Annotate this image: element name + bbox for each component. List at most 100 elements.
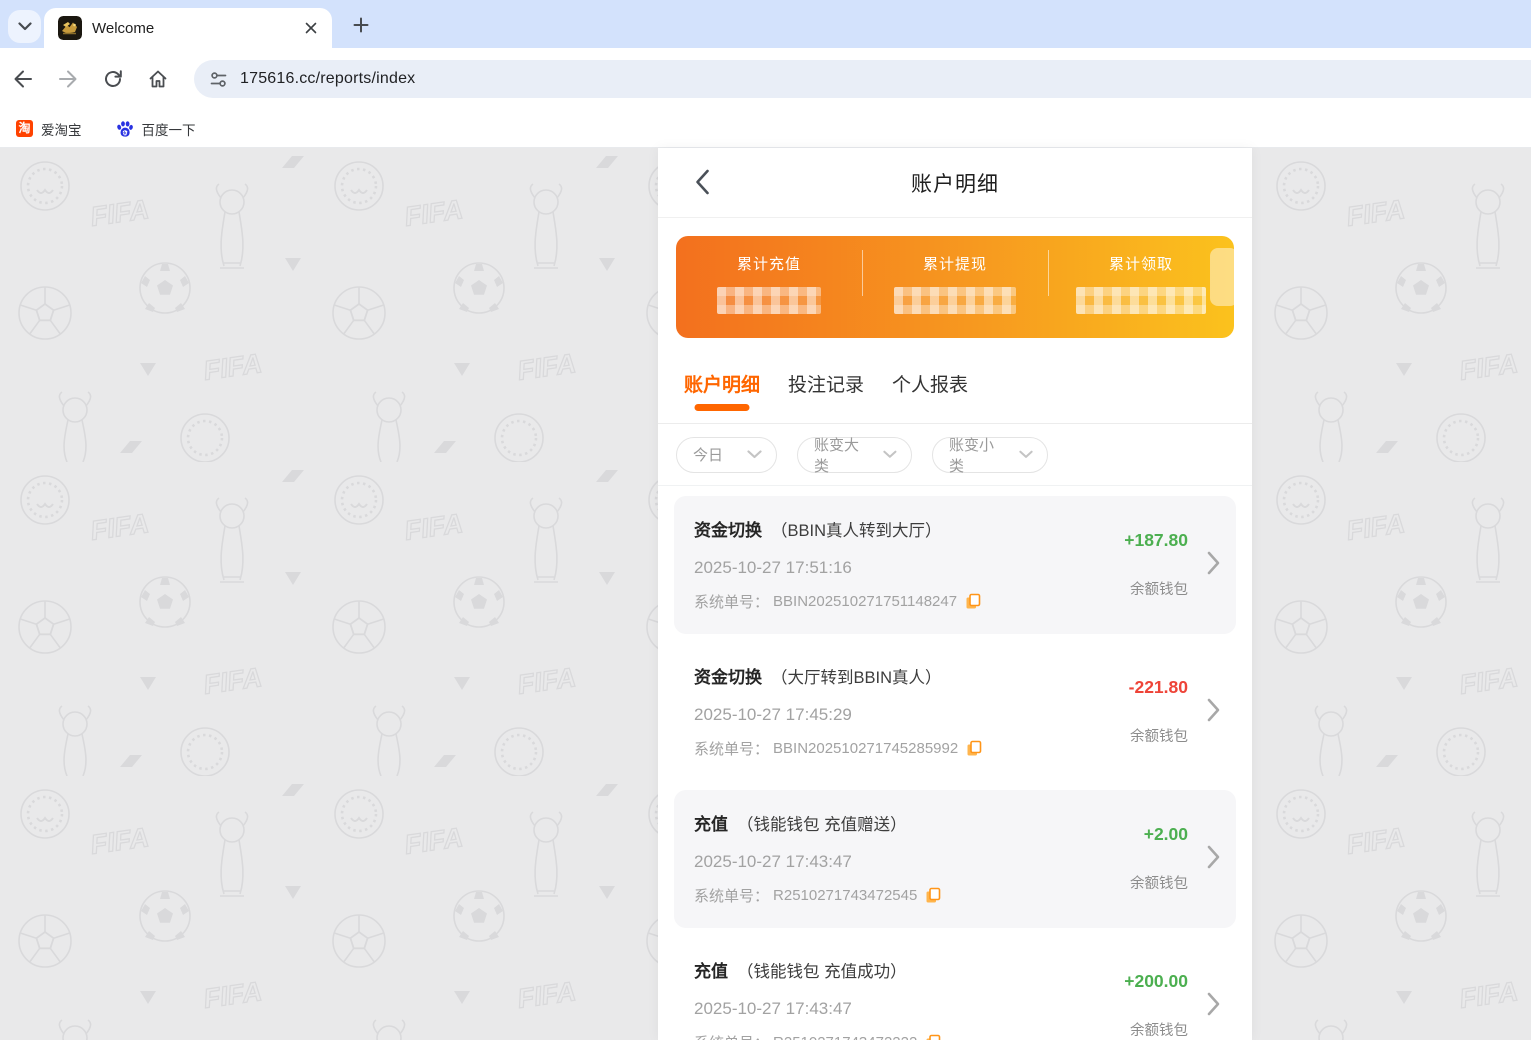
browser-chrome: Welcome 175616.cc/reports/index 淘 爱淘宝 du… [0,0,1531,148]
plus-icon [353,17,369,33]
transaction-wallet: 余额钱包 [1130,729,1188,745]
stat-label: 累计充值 [736,256,801,273]
tab-personal-report[interactable]: 个人报表 [892,370,968,415]
transaction-wallet: 余额钱包 [1130,1023,1188,1039]
chevron-down-icon [747,450,762,459]
bookmarks-bar: 淘 爱淘宝 du 百度一下 [0,110,1531,148]
tab-label: 个人报表 [892,375,969,396]
masked-value [717,287,821,314]
transaction-row[interactable]: 资金切换 （BBIN真人转到大厅） 2025-10-27 17:51:16 系统… [674,496,1236,634]
bookmark-baidu[interactable]: du 百度一下 [112,116,204,142]
bookmark-aitaobao[interactable]: 淘 爱淘宝 [12,116,90,142]
filter-label: 今日 [693,447,724,464]
copy-icon[interactable] [925,887,941,904]
account-detail-panel: 账户明细 累计充值 累计提现 累计领取 账户明细 投注记录 个人报表 今日 账变… [658,148,1252,1040]
stat-card-peek [1210,248,1238,306]
filter-category-minor-dropdown[interactable]: 账变小类 [932,436,1048,475]
back-button[interactable] [7,63,39,95]
order-number: BBIN202510271745285992 [773,740,959,757]
transaction-datetime: 2025-10-27 17:43:47 [694,999,852,1018]
back-button-site[interactable] [684,162,720,202]
order-number: BBIN202510271751148247 [773,593,958,610]
stats-card: 累计充值 累计提现 累计领取 [676,236,1234,338]
home-icon [149,70,167,88]
chevron-down-icon [883,450,897,458]
transaction-row[interactable]: 资金切换 （大厅转到BBIN真人） 2025-10-27 17:45:29 系统… [674,643,1236,781]
transaction-type: 资金切换 [694,521,762,540]
stat-label: 累计提现 [922,256,987,273]
copy-icon[interactable] [925,1034,941,1040]
tab-close-button[interactable] [302,19,320,37]
forward-button[interactable] [52,63,84,95]
home-button[interactable] [142,63,174,95]
transaction-wallet: 余额钱包 [1130,582,1188,598]
filter-label: 账变大类 [814,436,860,475]
transaction-desc: （大厅转到BBIN真人） [771,669,942,687]
url-address-bar[interactable]: 175616.cc/reports/index [194,60,1531,98]
order-label: 系统单号： [694,594,770,611]
tab-bar: 账户明细 投注记录 个人报表 [658,358,1252,424]
transaction-type: 资金切换 [694,668,762,687]
bookmark-label: 百度一下 [141,122,196,138]
stat-total-withdraw: 累计提现 [862,236,1048,338]
transaction-desc: （钱能钱包 充值成功） [737,963,907,981]
order-label: 系统单号： [694,888,770,905]
transaction-row[interactable]: 充值 （钱能钱包 充值赠送） 2025-10-27 17:43:47 系统单号：… [674,790,1236,928]
transaction-desc: （BBIN真人转到大厅） [771,522,942,540]
stats-section: 累计充值 累计提现 累计领取 [658,218,1252,338]
transaction-amount: +200.00 [1124,971,1188,991]
back-arrow-icon [14,70,32,88]
order-label: 系统单号： [694,741,770,758]
chevron-down-icon [17,22,32,31]
transaction-datetime: 2025-10-27 17:45:29 [694,705,852,724]
stat-total-claimed: 累计领取 [1048,236,1234,338]
bookmark-label: 爱淘宝 [41,122,82,138]
active-tab-underline [694,404,750,411]
close-icon [305,22,317,34]
transaction-row[interactable]: 充值 （钱能钱包 充值成功） 2025-10-27 17:43:47 系统单号：… [674,937,1236,1040]
baidu-paw-icon: du [116,120,133,137]
transaction-desc: （钱能钱包 充值赠送） [737,816,907,834]
tab-account-detail[interactable]: 账户明细 [684,370,760,415]
stat-total-deposit: 累计充值 [676,236,862,338]
tab-strip: Welcome [0,0,1531,48]
site-favicon [58,16,82,40]
forward-arrow-icon [59,70,77,88]
chevron-right-icon [1207,992,1220,1016]
page-title: 账户明细 [911,172,999,196]
transaction-list: 资金切换 （BBIN真人转到大厅） 2025-10-27 17:51:16 系统… [658,486,1252,1040]
chevron-left-icon [695,169,709,195]
svg-text:du: du [122,130,128,135]
new-tab-button[interactable] [347,11,375,39]
copy-icon[interactable] [965,593,981,610]
filter-category-major-dropdown[interactable]: 账变大类 [797,436,912,475]
chevron-right-icon [1207,845,1220,869]
browser-tab-welcome[interactable]: Welcome [44,8,332,48]
transaction-amount: -221.80 [1128,677,1188,697]
tab-search-button[interactable] [8,10,41,43]
reload-button[interactable] [97,63,129,95]
tab-title: Welcome [92,19,155,37]
masked-value [1076,287,1206,314]
copy-icon[interactable] [966,740,982,757]
transaction-datetime: 2025-10-27 17:51:16 [694,558,852,577]
order-label: 系统单号： [694,1032,769,1040]
filter-date-dropdown[interactable]: 今日 [676,436,777,473]
order-number: R2510271743472545 [773,887,918,904]
taobao-icon: 淘 [16,120,33,137]
transaction-amount: +187.80 [1124,530,1188,550]
chevron-right-icon [1207,551,1220,575]
browser-toolbar: 175616.cc/reports/index [0,48,1531,110]
masked-value [894,287,1016,314]
transaction-datetime: 2025-10-27 17:43:47 [694,852,852,871]
tab-bet-records[interactable]: 投注记录 [788,370,864,415]
transaction-amount: +2.00 [1143,824,1188,844]
stat-divider [862,250,864,296]
site-info-icon [210,71,227,87]
filter-bar: 今日 账变大类 账变小类 [658,424,1252,486]
reload-icon [105,70,122,87]
chevron-right-icon [1207,698,1220,722]
transaction-type: 充值 [694,815,728,834]
site-header: 账户明细 [658,148,1252,218]
page-content: FIFA [0,148,1531,1040]
